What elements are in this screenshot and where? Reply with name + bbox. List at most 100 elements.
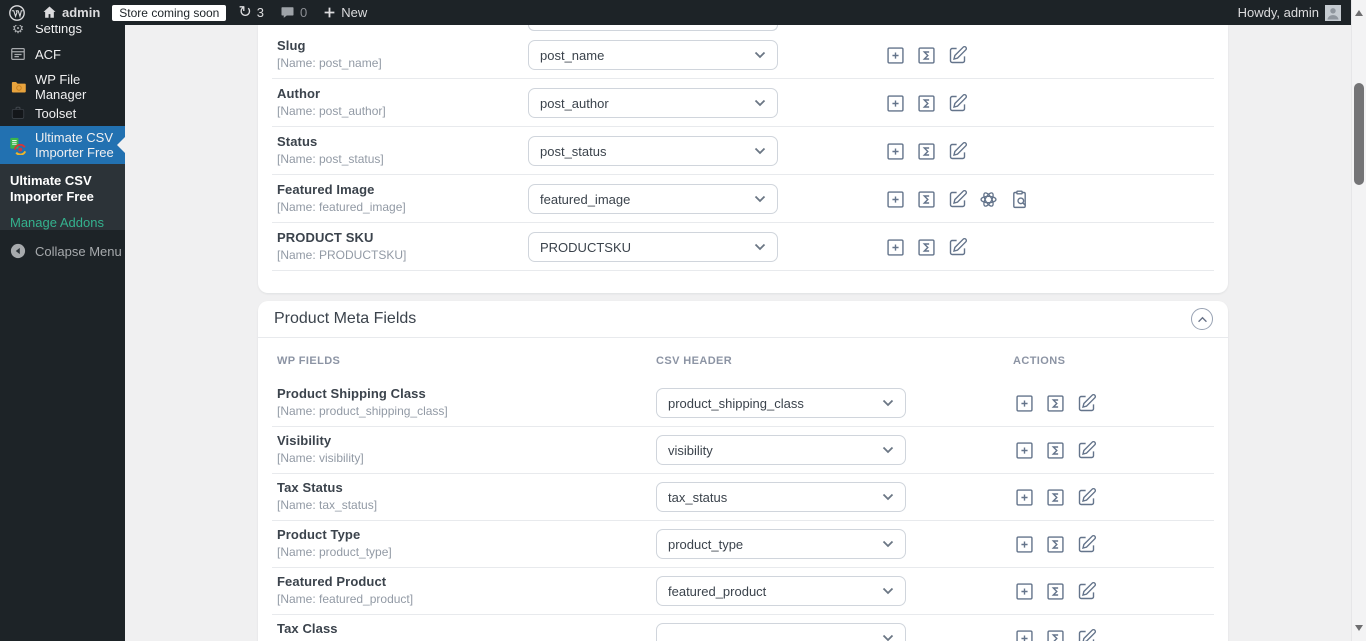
field-name: [Name: tax_status] xyxy=(277,498,378,512)
edit-mapping-button[interactable] xyxy=(1075,486,1097,508)
scrollbar-up-arrow-icon[interactable] xyxy=(1355,6,1363,16)
toolset-icon xyxy=(9,105,27,121)
formula-button[interactable] xyxy=(1044,580,1066,602)
field-row-status: Status [Name: post_status] post_status xyxy=(272,127,1214,175)
add-mapping-button[interactable] xyxy=(884,188,906,210)
collapse-menu-button[interactable]: Collapse Menu xyxy=(0,236,125,266)
add-mapping-button[interactable] xyxy=(884,92,906,114)
csv-header-select[interactable]: visibility xyxy=(656,435,906,465)
sidebar-item-ultimate-csv-importer[interactable]: Ultimate CSV Importer Free xyxy=(0,126,125,164)
edit-mapping-button[interactable] xyxy=(946,140,968,162)
csv-header-select[interactable]: post_name xyxy=(528,40,778,70)
add-mapping-button[interactable] xyxy=(1013,486,1035,508)
chevron-down-icon xyxy=(882,399,894,407)
selected-csv-header: featured_product xyxy=(668,583,767,599)
updates-icon: ↻ xyxy=(238,3,252,21)
page-scrollbar[interactable] xyxy=(1351,0,1366,641)
csv-header-select[interactable]: product_shipping_class xyxy=(656,388,906,418)
home-icon xyxy=(42,5,57,20)
submenu-item-manage-addons[interactable]: Manage Addons xyxy=(10,215,125,230)
edit-mapping-button[interactable] xyxy=(946,188,968,210)
howdy-text[interactable]: Howdy, admin xyxy=(1238,5,1319,20)
media-search-button[interactable] xyxy=(1008,188,1030,210)
edit-mapping-button[interactable] xyxy=(1075,580,1097,602)
selected-csv-header: tax_status xyxy=(668,489,728,505)
core-fields-card: Slug [Name: post_name] post_name Author … xyxy=(258,25,1228,293)
scrollbar-thumb[interactable] xyxy=(1354,83,1364,185)
formula-button[interactable] xyxy=(915,140,937,162)
field-label: Product Type xyxy=(277,527,361,542)
sidebar-item-acf[interactable]: ACF xyxy=(0,39,125,69)
ai-image-button[interactable] xyxy=(977,188,999,210)
edit-mapping-button[interactable] xyxy=(946,92,968,114)
submenu-item-importer[interactable]: Ultimate CSV Importer Free xyxy=(10,173,125,205)
edit-mapping-button[interactable] xyxy=(1075,627,1097,641)
field-row-slug: Slug [Name: post_name] post_name xyxy=(272,31,1214,79)
updates-link[interactable]: ↻ 3 xyxy=(230,0,272,25)
edit-mapping-button[interactable] xyxy=(946,44,968,66)
add-mapping-button[interactable] xyxy=(1013,439,1035,461)
edit-mapping-button[interactable] xyxy=(1075,392,1097,414)
acf-icon xyxy=(9,46,27,62)
column-header-row: WP FIELDS CSV HEADER ACTIONS xyxy=(272,338,1214,380)
csv-importer-icon xyxy=(9,136,27,155)
selected-csv-header: featured_image xyxy=(540,191,631,207)
new-content-button[interactable]: New xyxy=(315,0,375,25)
field-row-product-type: Product Type [Name: product_type] produc… xyxy=(272,521,1214,568)
csv-header-select[interactable]: post_status xyxy=(528,136,778,166)
add-mapping-button[interactable] xyxy=(884,140,906,162)
csv-header-select[interactable]: post_author xyxy=(528,88,778,118)
edit-mapping-button[interactable] xyxy=(946,236,968,258)
add-mapping-button[interactable] xyxy=(1013,580,1035,602)
add-mapping-button[interactable] xyxy=(1013,533,1035,555)
formula-button[interactable] xyxy=(915,44,937,66)
comments-link[interactable]: 0 xyxy=(272,0,315,25)
csv-header-select[interactable]: product_type xyxy=(656,529,906,559)
sidebar-item-toolset[interactable]: Toolset xyxy=(0,98,125,128)
formula-button[interactable] xyxy=(1044,533,1066,555)
field-name: [Name: visibility] xyxy=(277,451,364,465)
new-label: New xyxy=(341,5,368,20)
chevron-down-icon xyxy=(882,446,894,454)
formula-button[interactable] xyxy=(1044,627,1066,641)
csv-header-select[interactable] xyxy=(656,623,906,641)
add-mapping-button[interactable] xyxy=(1013,392,1035,414)
edit-mapping-button[interactable] xyxy=(1075,533,1097,555)
formula-button[interactable] xyxy=(1044,486,1066,508)
csv-header-select[interactable]: PRODUCTSKU xyxy=(528,232,778,262)
formula-button[interactable] xyxy=(915,188,937,210)
wordpress-menu[interactable] xyxy=(0,0,34,25)
add-mapping-button[interactable] xyxy=(884,236,906,258)
field-row-author: Author [Name: post_author] post_author xyxy=(272,79,1214,127)
csv-importer-submenu: Ultimate CSV Importer Free Manage Addons xyxy=(0,164,125,230)
edit-mapping-button[interactable] xyxy=(1075,439,1097,461)
admin-sidebar: ⚙ Settings ACF WP File Manager Toolset U… xyxy=(0,20,125,641)
add-mapping-button[interactable] xyxy=(884,44,906,66)
comments-count: 0 xyxy=(300,5,308,20)
add-mapping-button[interactable] xyxy=(1013,627,1035,641)
coming-soon-badge[interactable]: Store coming soon xyxy=(112,4,227,21)
chevron-up-icon xyxy=(1197,316,1207,322)
formula-button[interactable] xyxy=(1044,439,1066,461)
formula-button[interactable] xyxy=(1044,392,1066,414)
column-header-actions: ACTIONS xyxy=(1013,355,1066,367)
scrollbar-down-arrow-icon[interactable] xyxy=(1355,625,1363,635)
field-row-tax-status: Tax Status [Name: tax_status] tax_status xyxy=(272,474,1214,521)
section-collapse-button[interactable] xyxy=(1191,308,1213,330)
field-row-featured-product: Featured Product [Name: featured_product… xyxy=(272,568,1214,615)
field-label: Status xyxy=(277,134,318,149)
chevron-down-icon xyxy=(754,51,766,59)
comments-icon xyxy=(280,5,295,20)
formula-button[interactable] xyxy=(915,236,937,258)
formula-button[interactable] xyxy=(915,92,937,114)
csv-header-select[interactable]: featured_image xyxy=(528,184,778,214)
column-header-csv-header: CSV HEADER xyxy=(656,355,733,367)
csv-header-select[interactable]: tax_status xyxy=(656,482,906,512)
site-name-link[interactable]: admin xyxy=(34,0,108,25)
csv-header-select[interactable]: featured_product xyxy=(656,576,906,606)
selected-csv-header: product_shipping_class xyxy=(668,395,804,411)
updates-count: 3 xyxy=(256,5,264,20)
field-name: [Name: featured_product] xyxy=(277,592,414,606)
avatar[interactable] xyxy=(1325,4,1341,21)
selected-csv-header: post_name xyxy=(540,47,605,63)
